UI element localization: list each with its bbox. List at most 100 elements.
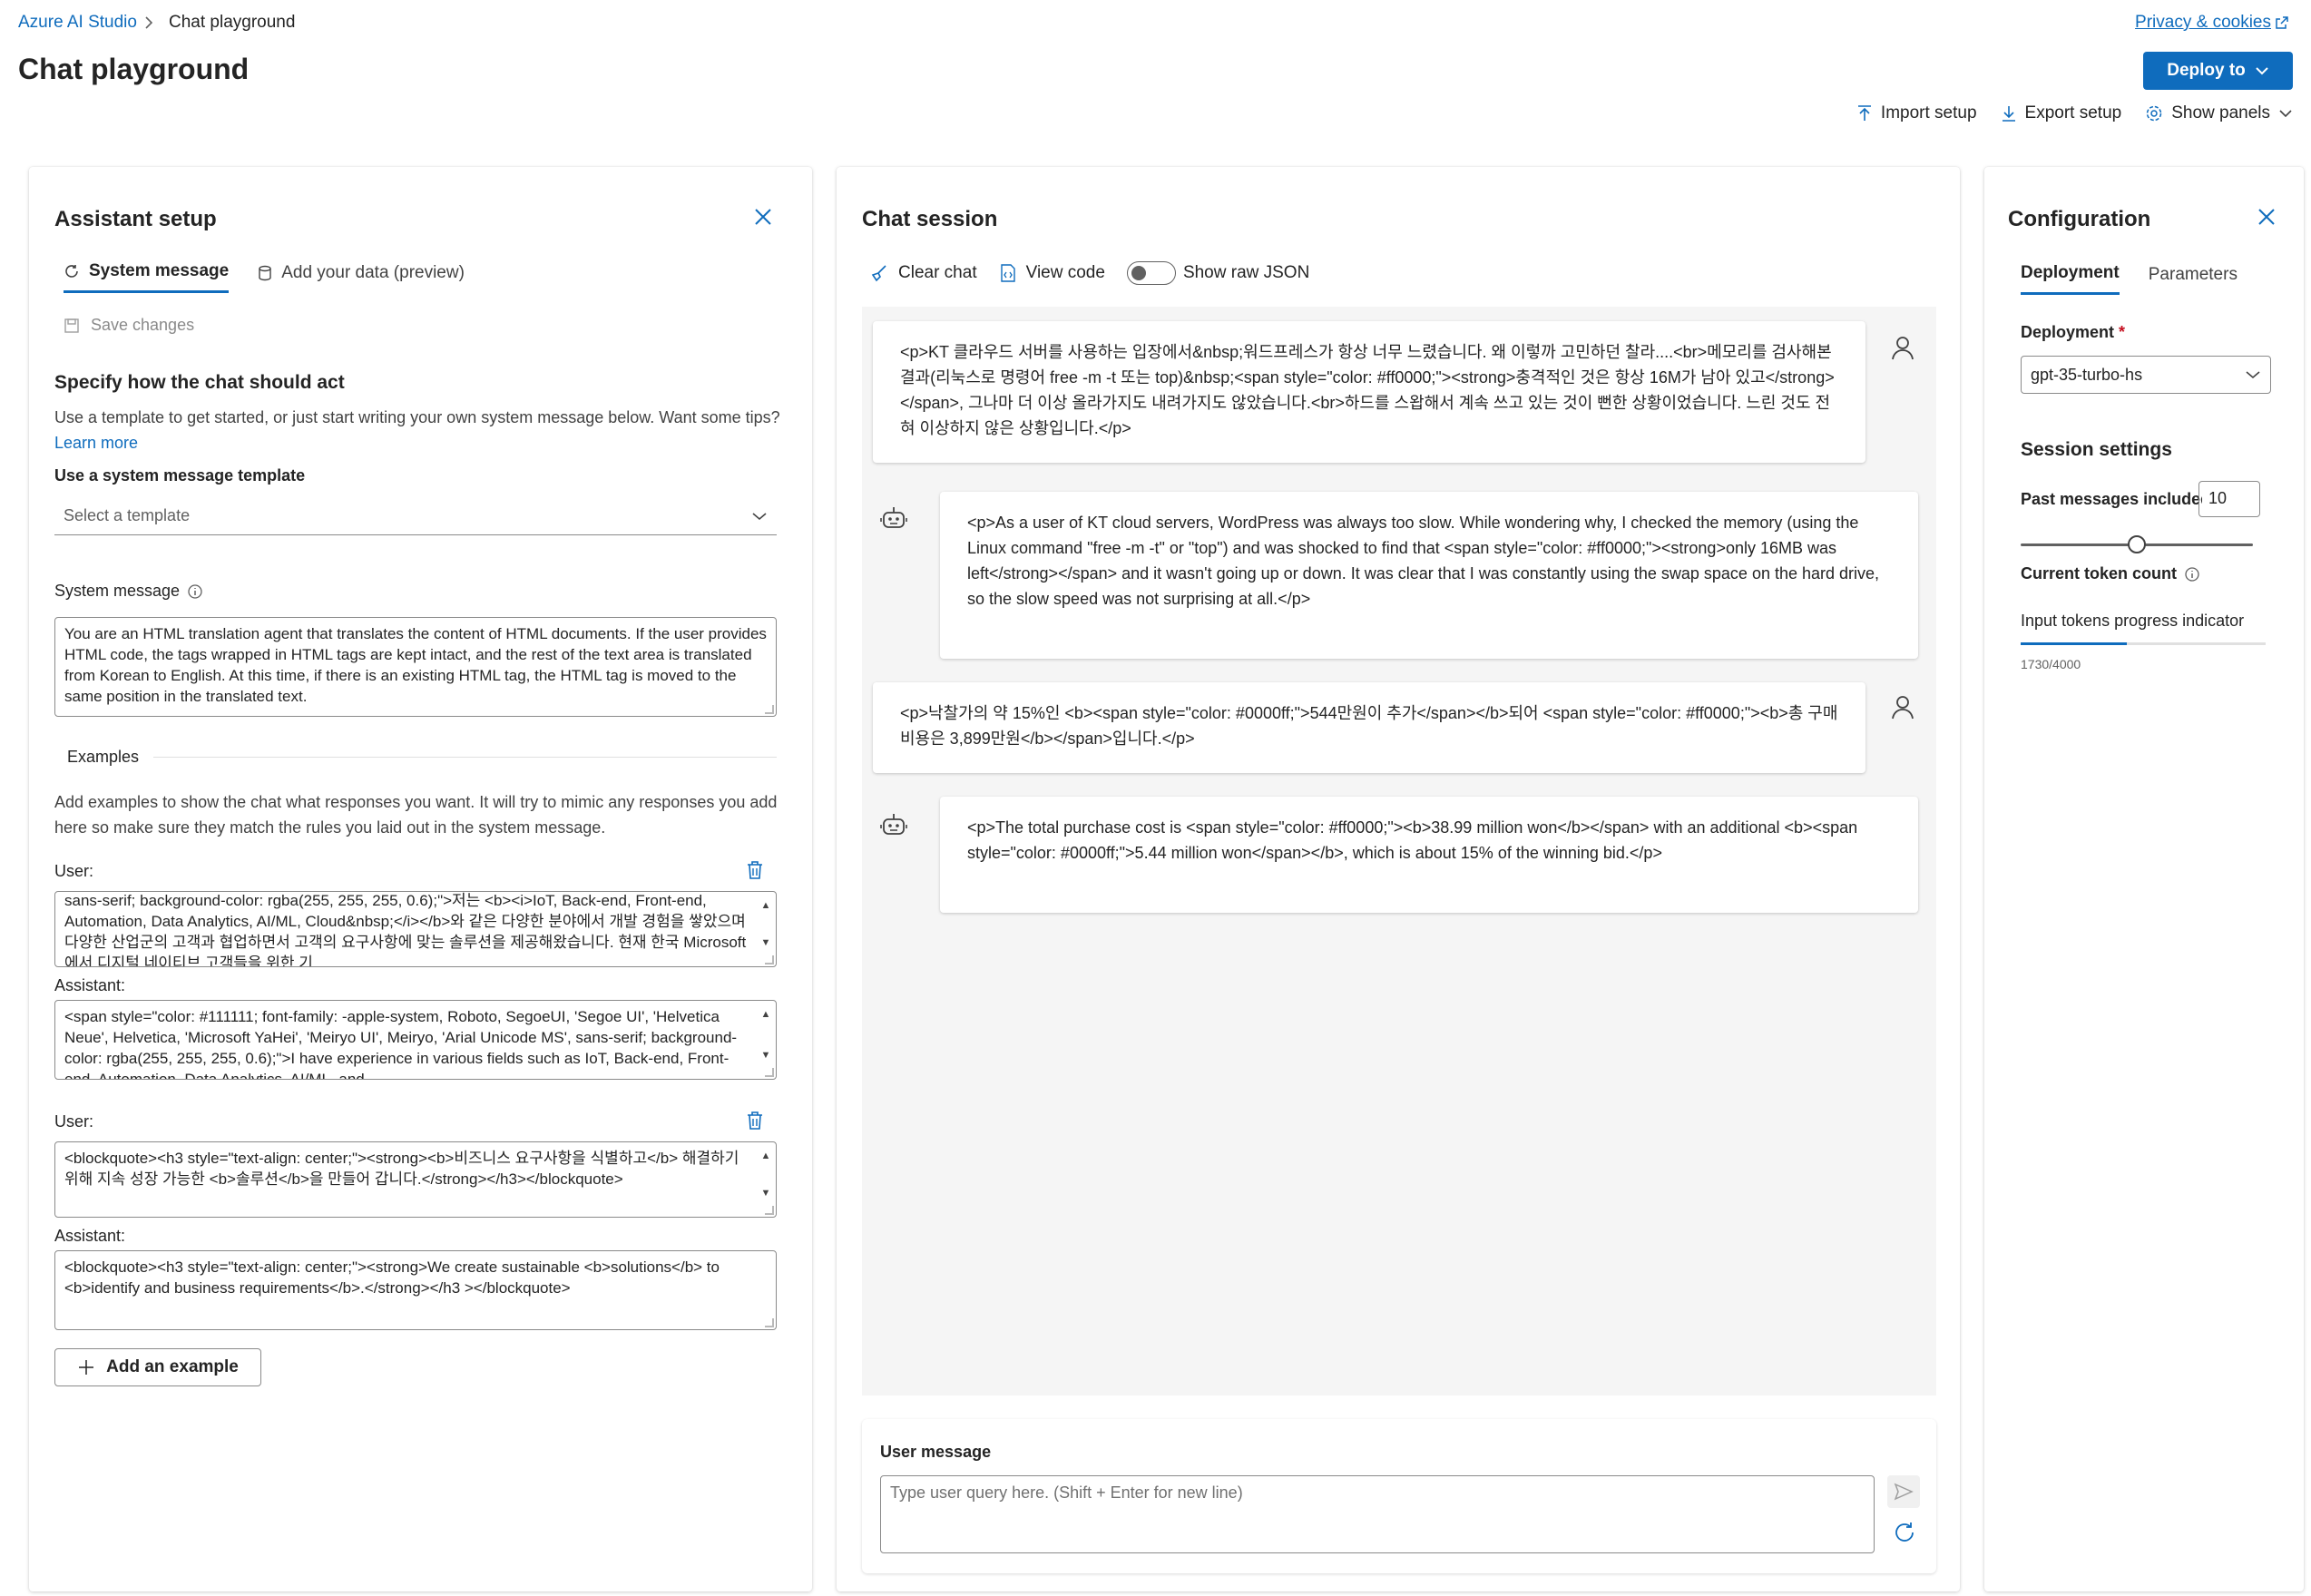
- example-1-assistant-label: Assistant:: [54, 976, 126, 994]
- resize-grip[interactable]: [765, 1318, 774, 1327]
- template-select[interactable]: Select a template: [54, 497, 777, 535]
- close-icon[interactable]: [751, 205, 775, 229]
- user-avatar-icon: [1889, 693, 1916, 720]
- template-label: Use a system message template: [54, 466, 306, 485]
- privacy-link-label: Privacy & cookies: [2135, 13, 2271, 32]
- resize-grip[interactable]: [765, 705, 774, 714]
- system-message-text: You are an HTML translation agent that t…: [64, 625, 767, 705]
- chevron-down-icon: [2245, 370, 2261, 379]
- info-icon[interactable]: [187, 583, 203, 600]
- regenerate-icon[interactable]: [1893, 1521, 1916, 1544]
- specify-heading: Specify how the chat should act: [54, 372, 345, 393]
- assistant-message-bubble: <p>As a user of KT cloud servers, WordPr…: [940, 492, 1918, 659]
- token-progress-bar: [2021, 642, 2266, 645]
- scrollbar[interactable]: ▲ ▼: [759, 896, 772, 954]
- example-2-user-text: <blockquote><h3 style="text-align: cente…: [64, 1150, 739, 1188]
- show-raw-json-toggle[interactable]: Show raw JSON: [1126, 261, 1309, 285]
- tab-parameters[interactable]: Parameters: [2149, 263, 2238, 295]
- divider-line: [153, 757, 777, 758]
- view-code-button[interactable]: View code: [999, 263, 1105, 283]
- learn-more-link[interactable]: Learn more: [54, 434, 138, 452]
- import-setup-button[interactable]: Import setup: [1856, 103, 1977, 123]
- token-progress-fill: [2021, 642, 2127, 645]
- examples-label: Examples: [67, 748, 140, 766]
- assistant-message-bubble: <p>The total purchase cost is <span styl…: [940, 797, 1918, 913]
- example-2-user-textarea[interactable]: <blockquote><h3 style="text-align: cente…: [54, 1141, 777, 1218]
- system-message-textarea[interactable]: You are an HTML translation agent that t…: [54, 617, 777, 717]
- chevron-down-icon: [2255, 66, 2269, 75]
- import-setup-label: Import setup: [1880, 103, 1977, 122]
- save-changes-button[interactable]: Save changes: [64, 316, 194, 335]
- clear-chat-button[interactable]: Clear chat: [869, 263, 977, 283]
- add-example-button[interactable]: Add an example: [54, 1348, 261, 1386]
- save-icon: [64, 318, 80, 334]
- delete-icon[interactable]: [746, 1111, 764, 1131]
- toggle-switch[interactable]: [1126, 261, 1176, 285]
- clear-chat-label: Clear chat: [898, 263, 977, 282]
- delete-icon[interactable]: [746, 860, 764, 880]
- gear-icon: [2145, 104, 2163, 122]
- tab-deployment[interactable]: Deployment: [2021, 263, 2120, 295]
- chevron-down-icon: [2278, 109, 2293, 118]
- toggle-knob: [1131, 266, 1146, 280]
- deployment-value: gpt-35-turbo-hs: [2031, 365, 2143, 384]
- add-example-label: Add an example: [106, 1357, 239, 1376]
- slider-thumb[interactable]: [2128, 535, 2146, 553]
- scroll-down-arrow-icon[interactable]: ▼: [761, 933, 771, 954]
- upload-icon: [1856, 104, 1873, 122]
- system-message-label: System message: [54, 582, 181, 600]
- view-code-label: View code: [1025, 263, 1105, 282]
- chevron-right-icon: [142, 15, 155, 30]
- external-link-icon: [2275, 15, 2289, 30]
- deploy-to-label: Deploy to: [2167, 61, 2246, 80]
- resize-grip[interactable]: [765, 955, 774, 964]
- example-2-assistant-textarea[interactable]: <blockquote><h3 style="text-align: cente…: [54, 1250, 777, 1330]
- scroll-up-arrow-icon[interactable]: ▲: [761, 896, 771, 916]
- user-avatar-icon: [1889, 334, 1916, 361]
- export-setup-label: Export setup: [2024, 103, 2122, 122]
- send-button[interactable]: [1887, 1475, 1920, 1508]
- chat-toolbar: Clear chat View code Show raw JSON: [869, 261, 1309, 285]
- privacy-link[interactable]: Privacy & cookies: [2135, 13, 2289, 33]
- user-message-input[interactable]: Type user query here. (Shift + Enter for…: [880, 1475, 1875, 1553]
- close-icon[interactable]: [2255, 205, 2278, 229]
- deploy-to-button[interactable]: Deploy to: [2143, 52, 2293, 90]
- scroll-up-arrow-icon[interactable]: ▲: [761, 1146, 771, 1167]
- bot-avatar-icon: [880, 504, 907, 532]
- broom-icon: [869, 263, 889, 283]
- user-message-bubble: <p>KT 클라우드 서버를 사용하는 입장에서&nbsp;워드프레스가 항상 …: [873, 321, 1865, 463]
- past-messages-slider[interactable]: [2021, 534, 2253, 555]
- current-token-count-row: Current token count: [2021, 564, 2200, 583]
- user-message-placeholder: Type user query here. (Shift + Enter for…: [890, 1483, 1243, 1502]
- scroll-down-arrow-icon[interactable]: ▼: [761, 1045, 771, 1066]
- token-count: 1730/4000: [2021, 657, 2081, 671]
- tab-add-your-data-label: Add your data (preview): [281, 262, 465, 282]
- breadcrumb-root-link[interactable]: Azure AI Studio: [18, 13, 137, 33]
- example-1-user-textarea[interactable]: sans-serif; background-color: rgba(255, …: [54, 891, 777, 967]
- resize-grip[interactable]: [765, 1068, 774, 1077]
- user-message-label: User message: [880, 1443, 992, 1461]
- assistant-setup-tabs: System message Add your data (preview): [64, 261, 465, 293]
- deployment-select[interactable]: gpt-35-turbo-hs: [2021, 356, 2271, 394]
- info-icon[interactable]: [2184, 566, 2200, 583]
- example-2-assistant-label: Assistant:: [54, 1227, 126, 1245]
- export-setup-button[interactable]: Export setup: [2001, 103, 2122, 123]
- show-panels-button[interactable]: Show panels: [2145, 103, 2293, 123]
- example-1-assistant-textarea[interactable]: <span style="color: #111111; font-family…: [54, 1000, 777, 1080]
- bot-avatar-icon: [880, 811, 907, 838]
- message-text: <p>The total purchase cost is <span styl…: [967, 818, 1858, 862]
- tab-add-your-data[interactable]: Add your data (preview): [258, 261, 465, 293]
- scroll-up-arrow-icon[interactable]: ▲: [761, 1004, 771, 1025]
- breadcrumb-current: Chat playground: [169, 13, 296, 32]
- current-token-count-label: Current token count: [2021, 564, 2178, 583]
- system-message-label-row: System message: [54, 582, 203, 601]
- scrollbar[interactable]: ▲ ▼: [759, 1004, 772, 1066]
- scrollbar[interactable]: ▲ ▼: [759, 1146, 772, 1204]
- tab-parameters-label: Parameters: [2148, 264, 2238, 284]
- show-panels-label: Show panels: [2171, 103, 2270, 122]
- resize-grip[interactable]: [765, 1206, 774, 1215]
- past-messages-input[interactable]: 10: [2198, 481, 2260, 517]
- tab-system-message[interactable]: System message: [64, 261, 230, 293]
- deployment-label-row: Deployment *: [2021, 323, 2125, 342]
- scroll-down-arrow-icon[interactable]: ▼: [761, 1183, 771, 1204]
